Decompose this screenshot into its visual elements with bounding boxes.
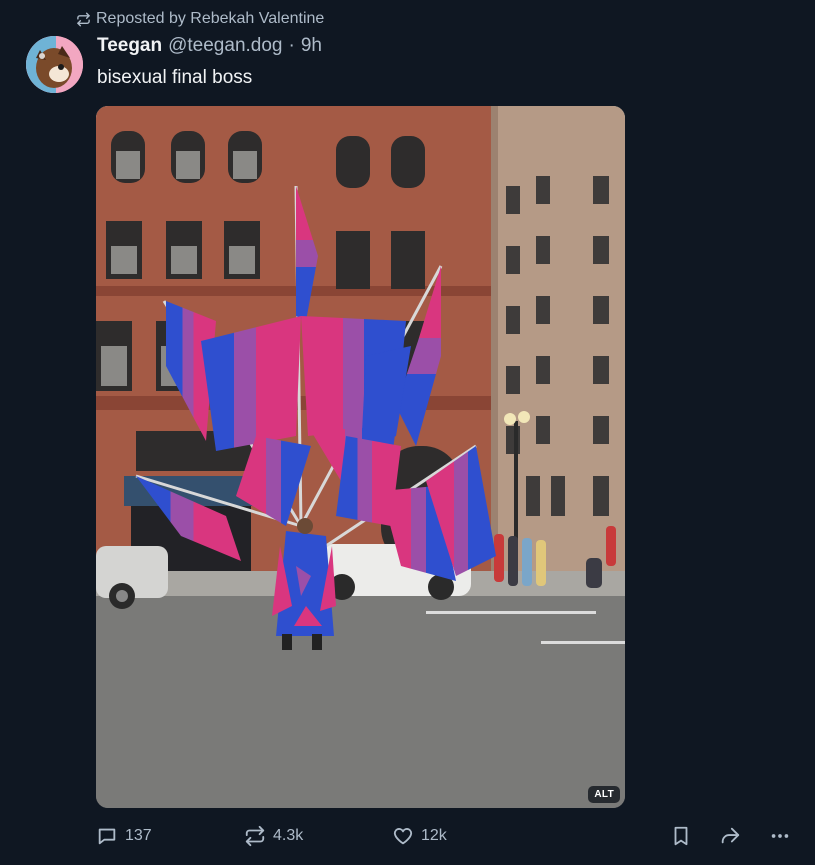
header-separator: · [288, 35, 295, 56]
share-icon [718, 825, 742, 847]
ellipsis-icon [768, 825, 792, 847]
like-button[interactable]: 12k [392, 822, 447, 850]
post-text: bisexual final boss [97, 67, 253, 88]
author-handle[interactable]: @teegan.dog [168, 35, 282, 57]
like-count: 12k [421, 827, 447, 844]
repost-count: 4.3k [273, 827, 304, 844]
avatar-icon [26, 36, 83, 93]
post-item[interactable]: Reposted by Rebekah Valentine Teegan @te… [0, 0, 815, 865]
heart-icon [392, 825, 414, 847]
post-actions: 137 4.3k 12k [96, 822, 796, 850]
repost-icon [244, 825, 266, 847]
avatar[interactable] [26, 36, 83, 93]
reply-icon [96, 825, 118, 847]
repost-icon [76, 12, 91, 27]
post-image[interactable]: ALT [96, 106, 625, 808]
bookmark-icon [670, 825, 692, 847]
reply-count: 137 [125, 827, 152, 844]
parade-photo [96, 106, 625, 808]
reply-button[interactable]: 137 [96, 822, 152, 850]
share-button[interactable] [718, 822, 742, 850]
alt-text-badge[interactable]: ALT [588, 786, 620, 803]
repost-button[interactable]: 4.3k [244, 822, 303, 850]
repost-label: Reposted by Rebekah Valentine [96, 10, 325, 27]
repost-indicator[interactable]: Reposted by Rebekah Valentine [76, 10, 324, 28]
post-timestamp[interactable]: 9h [301, 35, 322, 57]
bookmark-button[interactable] [670, 822, 692, 850]
author-display-name[interactable]: Teegan [97, 35, 162, 57]
post-header: Teegan @teegan.dog · 9h [97, 35, 322, 57]
more-options-button[interactable] [768, 822, 792, 850]
